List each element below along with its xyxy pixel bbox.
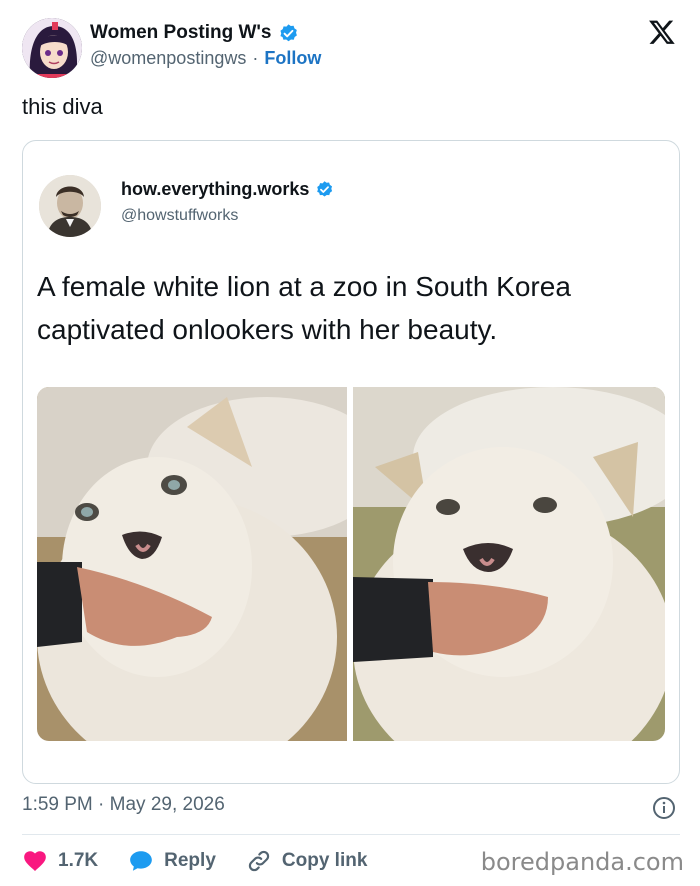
watermark: boredpanda.com xyxy=(480,848,684,876)
white-lion-photo-left[interactable] xyxy=(37,387,347,741)
quoted-tweet-card[interactable]: how.everything.works @howstuffworks A fe… xyxy=(22,140,680,784)
author-avatar[interactable] xyxy=(22,18,82,78)
like-button[interactable]: 1.7K xyxy=(22,848,98,874)
quoted-tweet-text: A female white lion at a zoo in South Ko… xyxy=(37,271,571,345)
white-lion-photo-right[interactable] xyxy=(353,387,665,741)
verified-icon xyxy=(317,181,333,197)
copy-link-button[interactable]: Copy link xyxy=(246,848,368,874)
x-logo-icon[interactable] xyxy=(648,18,676,46)
reply-label: Reply xyxy=(164,850,216,871)
info-icon[interactable] xyxy=(652,796,676,820)
quoted-author-handle[interactable]: @howstuffworks xyxy=(121,207,238,225)
verified-icon xyxy=(279,23,297,41)
heart-icon xyxy=(24,851,46,871)
like-count: 1.7K xyxy=(58,850,99,871)
follow-button[interactable]: Follow xyxy=(264,48,321,69)
handle-separator: · xyxy=(252,48,259,68)
copy-link-label: Copy link xyxy=(281,850,368,871)
tweet-header: Women Posting W's @womenpostingws · Foll… xyxy=(22,18,682,80)
tweet-timestamp[interactable]: 1:59 PM · May 29, 2026 xyxy=(22,794,225,816)
quoted-author-display-name[interactable]: how.everything.works xyxy=(121,179,309,200)
link-icon xyxy=(248,850,270,872)
divider xyxy=(22,834,680,835)
author-display-name[interactable]: Women Posting W's xyxy=(90,22,272,44)
action-bar: 1.7K Reply Copy link xyxy=(22,846,397,876)
reply-bubble-icon xyxy=(130,851,152,871)
reply-button[interactable]: Reply xyxy=(128,848,216,874)
quoted-author-avatar[interactable] xyxy=(39,175,101,237)
tweet-text: this diva xyxy=(22,94,103,119)
author-handle[interactable]: @womenpostingws xyxy=(90,48,246,69)
